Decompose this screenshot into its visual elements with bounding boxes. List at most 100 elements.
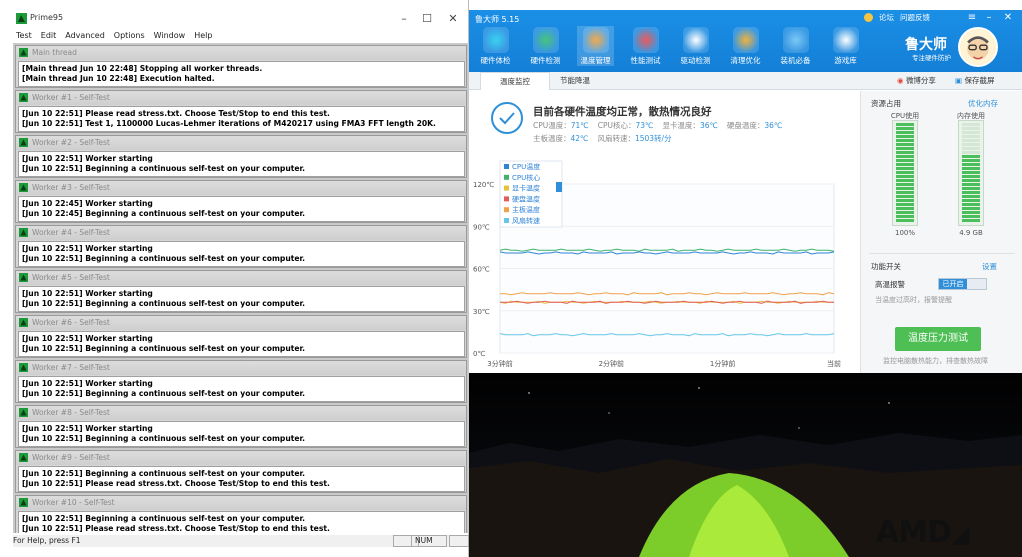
tab-cube[interactable]: 装机必备 [777, 26, 814, 66]
thermometer-icon [582, 27, 609, 53]
tab-monitor[interactable]: 硬件体检 [477, 26, 514, 66]
window-caption[interactable]: Worker #3 - Self-Test [16, 181, 466, 195]
prime95-title: Prime95 [30, 13, 64, 22]
gauge-segment [962, 127, 980, 130]
gauge-segment [962, 155, 980, 158]
legend-swatch [504, 218, 509, 223]
worker-window[interactable]: Worker #2 - Self-Test [Jun 10 22:51] Work… [15, 135, 467, 178]
log-line: [Jun 10 22:51] Worker starting [22, 289, 153, 298]
gauge-segment [962, 163, 980, 166]
menu-icon[interactable]: ≡ [966, 12, 978, 23]
gauge-segment [896, 211, 914, 214]
worker-window[interactable]: Worker #5 - Self-Test [Jun 10 22:51] Work… [15, 270, 467, 313]
log-output: [Jun 10 22:45] Worker starting [Jun 10 22… [18, 196, 465, 222]
tab-broom[interactable]: 清理优化 [727, 26, 764, 66]
gauge-segment [896, 135, 914, 138]
alarm-hint: 当温度过高时，报警提醒 [875, 296, 952, 304]
window-title: Worker #3 - Self-Test [32, 183, 110, 192]
tab-board[interactable]: 硬件检测 [527, 26, 564, 66]
worker-window[interactable]: Worker #10 - Self-Test [Jun 10 22:51] Beg… [15, 495, 467, 533]
log-line: [Jun 10 22:51] Worker starting [22, 379, 153, 388]
window-caption[interactable]: Worker #5 - Self-Test [16, 271, 466, 285]
legend-swatch [504, 196, 509, 202]
prime95-statusbar: For Help, press F1 NUM [13, 535, 469, 547]
prime95-window-icon [19, 363, 28, 372]
menu-item-help[interactable]: Help [194, 30, 212, 42]
x-tick-label: 当前 [827, 359, 841, 368]
broom-icon [732, 27, 759, 53]
worker-window[interactable]: Worker #4 - Self-Test [Jun 10 22:51] Work… [15, 225, 467, 268]
window-caption[interactable]: Worker #9 - Self-Test [16, 451, 466, 465]
window-caption[interactable]: Worker #6 - Self-Test [16, 316, 466, 330]
board-icon [532, 27, 559, 53]
window-caption[interactable]: Worker #8 - Self-Test [16, 406, 466, 420]
window-caption[interactable]: Worker #2 - Self-Test [16, 136, 466, 150]
amd-logo: AMD◢ [876, 515, 969, 550]
y-tick-label: 90℃ [473, 223, 490, 231]
close-icon[interactable]: ✕ [1002, 12, 1014, 23]
feedback-link[interactable]: 问题反馈 [900, 12, 930, 23]
gauge-segment [962, 211, 980, 214]
menu-item-advanced[interactable]: Advanced [65, 30, 105, 42]
minimize-icon[interactable]: – [397, 12, 411, 26]
window-caption[interactable]: Worker #7 - Self-Test [16, 361, 466, 375]
log-line: [Jun 10 22:51] Beginning a continuous se… [22, 163, 306, 173]
worker-window[interactable]: Worker #6 - Self-Test [Jun 10 22:51] Work… [15, 315, 467, 358]
cpu-usage-value: 100% [894, 229, 915, 237]
menu-item-test[interactable]: Test [16, 30, 32, 42]
window-caption[interactable]: Main thread [16, 46, 466, 60]
optimize-memory-link[interactable]: 优化内存 [968, 98, 998, 109]
menu-item-window[interactable]: Window [154, 30, 186, 42]
cube-icon [782, 27, 809, 53]
minimize-icon[interactable]: – [983, 12, 995, 23]
prime95-window-icon [19, 273, 28, 282]
gauge-segment [896, 147, 914, 150]
worker-window[interactable]: Worker #1 - Self-Test [Jun 10 22:51] Plea… [15, 90, 467, 133]
high-temp-alarm-toggle[interactable]: 已开启 [938, 278, 987, 290]
tab-label: 温度管理 [580, 56, 611, 65]
window-caption[interactable]: Worker #10 - Self-Test [16, 496, 466, 510]
log-output: [Jun 10 22:51] Worker starting [Jun 10 22… [18, 421, 465, 447]
legend-label: 硬盘温度 [512, 194, 540, 203]
window-caption[interactable]: Worker #4 - Self-Test [16, 226, 466, 240]
save-screenshot-link[interactable]: ▣ 保存截屏 [955, 75, 994, 86]
prime95-menubar: Test Edit Advanced Options Window Help [0, 30, 469, 42]
tab-power-saving[interactable]: 节能降温 [540, 72, 610, 90]
check-icon [491, 102, 523, 134]
maximize-icon[interactable]: ☐ [420, 12, 434, 26]
gauge-segment [896, 203, 914, 206]
tab-gauge[interactable]: 性能测试 [627, 26, 664, 66]
legend-label: CPU核心 [512, 173, 540, 182]
worker-window[interactable]: Worker #9 - Self-Test [Jun 10 22:51] Begi… [15, 450, 467, 493]
tab-thermometer[interactable]: 温度管理 [577, 26, 614, 66]
divider [869, 253, 1015, 254]
main-thread-window[interactable]: Main thread [Main thread Jun 10 22:48] St… [15, 45, 467, 88]
settings-link[interactable]: 设置 [982, 261, 997, 272]
gauge-segment [962, 179, 980, 182]
log-line: [Jun 10 22:51] Worker starting [22, 244, 153, 253]
gauge-segment [896, 143, 914, 146]
weibo-share-link[interactable]: ◉ 微博分享 [897, 75, 936, 86]
menu-item-edit[interactable]: Edit [41, 30, 57, 42]
log-line: [Jun 10 22:51] Beginning a continuous se… [22, 433, 306, 443]
gauge-segment [962, 183, 980, 186]
legend-label: 显卡温度 [512, 184, 540, 193]
tab-gamepad[interactable]: 游戏库 [827, 26, 864, 66]
menu-item-options[interactable]: Options [114, 30, 145, 42]
gauge-segment [896, 167, 914, 170]
window-caption[interactable]: Worker #1 - Self-Test [16, 91, 466, 105]
stress-test-button[interactable]: 温度压力测试 [895, 327, 981, 351]
worker-window[interactable]: Worker #8 - Self-Test [Jun 10 22:51] Work… [15, 405, 467, 448]
worker-window[interactable]: Worker #3 - Self-Test [Jun 10 22:45] Work… [15, 180, 467, 223]
close-icon[interactable]: ✕ [446, 12, 460, 26]
forum-link[interactable]: 论坛 [879, 12, 894, 23]
log-line: [Jun 10 22:51] Please read stress.txt. C… [22, 478, 330, 488]
legend-swatch [504, 207, 509, 213]
worker-window[interactable]: Worker #7 - Self-Test [Jun 10 22:51] Work… [15, 360, 467, 403]
gauge-segment [962, 167, 980, 170]
resource-title: 资源占用 [871, 99, 901, 108]
window-title: Worker #5 - Self-Test [32, 273, 110, 282]
prime95-titlebar[interactable]: Prime95 – ☐ ✕ [0, 10, 469, 30]
tab-label: 驱动检测 [680, 56, 711, 65]
tab-gear[interactable]: 驱动检测 [677, 26, 714, 66]
